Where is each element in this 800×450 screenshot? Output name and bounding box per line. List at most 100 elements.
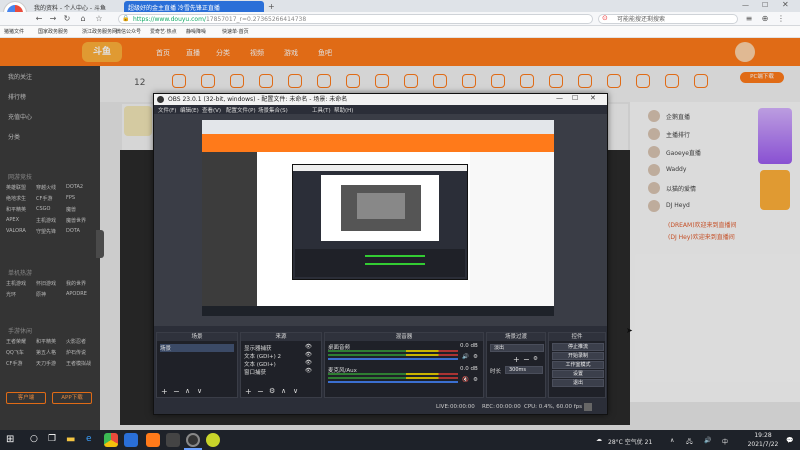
search-taskbar-icon[interactable]: ○	[30, 434, 38, 444]
app-taskbar-icon[interactable]	[206, 433, 220, 447]
remove-transition-icon[interactable]: −	[523, 355, 530, 364]
sidebar-game-item[interactable]: 原神	[36, 291, 46, 298]
back-icon[interactable]: ←	[34, 14, 44, 24]
file-explorer-icon[interactable]: ▬	[66, 434, 75, 445]
sidebar-game-item[interactable]: CSGO	[36, 206, 50, 212]
scene-item[interactable]: 场景	[160, 344, 234, 352]
visibility-eye-icon[interactable]: 👁	[305, 368, 312, 374]
visibility-eye-icon[interactable]: 👁	[305, 344, 312, 350]
visibility-eye-icon[interactable]: 👁	[305, 352, 312, 358]
clock-date[interactable]: 2021/7/22	[743, 441, 783, 448]
extension-icon[interactable]: ⊕	[760, 14, 770, 24]
mixer-gear-icon[interactable]: ⚙	[473, 377, 478, 383]
obs-minimize-icon[interactable]: —	[556, 94, 563, 102]
duration-input[interactable]: 300ms	[505, 366, 543, 374]
sidebar-game-item[interactable]: 第五人格	[36, 349, 56, 356]
sidebar-game-item[interactable]: 绝地求生	[6, 195, 26, 202]
category-icon[interactable]	[491, 74, 505, 88]
category-icon[interactable]	[462, 74, 476, 88]
start-icon[interactable]: ⊞	[6, 434, 14, 445]
volume-slider[interactable]	[328, 358, 458, 360]
obs-close-icon[interactable]: ✕	[590, 94, 596, 102]
tab-profile[interactable]: 我的资料 - 个人中心 - 斗鱼	[30, 1, 120, 12]
source-item[interactable]: 文本 (GDI+) 2	[244, 352, 281, 360]
sidebar-game-item[interactable]: 炉石传说	[66, 349, 86, 356]
search-input[interactable]: 可能能搜还剩搜索	[598, 14, 738, 24]
right-avatar[interactable]	[648, 110, 660, 122]
source-item[interactable]: 显示器捕获	[244, 344, 272, 352]
start-recording-button[interactable]: 开始录制	[552, 352, 604, 360]
source-item[interactable]: 窗口捕获	[244, 368, 266, 376]
category-icon[interactable]	[549, 74, 563, 88]
add-scene-icon[interactable]: +	[161, 387, 168, 396]
sidebar-game-item[interactable]: 怀旧游戏	[36, 280, 56, 287]
right-item-label[interactable]: Gaoeye直播	[666, 148, 701, 157]
weather-text[interactable]: 28°C 空气优 21	[608, 437, 652, 446]
sidebar-game-item[interactable]: DOTA	[66, 228, 80, 234]
sidebar-game-item[interactable]: 我的世界	[66, 280, 86, 287]
edge-icon[interactable]: e	[86, 434, 92, 444]
sidebar-collapse-handle[interactable]	[96, 230, 104, 258]
right-item-label[interactable]: Waddy	[666, 166, 686, 173]
sidebar-game-item[interactable]: 魔兽	[66, 206, 76, 213]
bookmark-item[interactable]: 猪猪文件	[4, 28, 24, 35]
right-link[interactable]: (DREAM)欢迎来到直播间	[668, 220, 737, 229]
nav-fishbar[interactable]: 鱼吧	[318, 48, 332, 58]
site-logo[interactable]: 斗鱼	[82, 42, 122, 62]
muted-speaker-icon[interactable]: 🔇	[462, 377, 469, 383]
sidebar-game-item[interactable]: CF手游	[6, 360, 22, 367]
clock-time[interactable]: 19:28	[748, 432, 778, 439]
right-avatar[interactable]	[648, 200, 660, 212]
bookmark-item[interactable]: 国家政务服务	[38, 28, 68, 35]
move-up-icon[interactable]: ∧	[185, 387, 190, 395]
settings-button[interactable]: 设置	[552, 370, 604, 378]
transition-gear-icon[interactable]: ⚙	[533, 356, 538, 362]
new-tab-icon[interactable]: +	[268, 2, 275, 11]
sidebar-game-item[interactable]: 火影忍者	[66, 338, 86, 345]
remove-scene-icon[interactable]: −	[173, 387, 180, 396]
volume-slider[interactable]	[328, 381, 458, 383]
move-up-icon[interactable]: ∧	[281, 387, 286, 395]
category-icon[interactable]	[636, 74, 650, 88]
ime-indicator[interactable]: 中	[722, 437, 728, 446]
sidebar-item-rank[interactable]: 排行榜	[8, 92, 26, 101]
category-icon[interactable]	[259, 74, 273, 88]
sidebar-game-item[interactable]: 天刀手游	[36, 360, 56, 367]
sidebar-game-item[interactable]: QQ飞车	[6, 349, 24, 356]
category-icon[interactable]	[172, 74, 186, 88]
client-download-button[interactable]: 客户端	[6, 392, 46, 404]
right-item-label[interactable]: 企鹅直播	[666, 112, 690, 121]
menu-icon[interactable]: ≡	[744, 14, 754, 24]
category-icon[interactable]	[665, 74, 679, 88]
search-engine-icon[interactable]: ⊙	[602, 14, 608, 22]
bookmark-item[interactable]: 爱奇艺·热点	[150, 28, 177, 35]
bookmark-item[interactable]: 快速单·首页	[222, 28, 249, 35]
source-settings-icon[interactable]: ⚙	[269, 387, 275, 395]
stop-streaming-button[interactable]: 停止推流	[552, 343, 604, 351]
forward-icon[interactable]: →	[48, 14, 58, 24]
home-icon[interactable]: ⌂	[78, 14, 88, 24]
sidebar-item-recharge[interactable]: 充值中心	[8, 112, 32, 121]
move-down-icon[interactable]: ∨	[293, 387, 298, 395]
sidebar-game-item[interactable]: VALORA	[6, 228, 26, 234]
maximize-icon[interactable]: ☐	[762, 1, 768, 9]
sidebar-game-item[interactable]: 主机游戏	[6, 280, 26, 287]
right-avatar[interactable]	[648, 146, 660, 158]
url-input[interactable]: https://www.douyu.com/17857017_r=0.27365…	[118, 14, 593, 24]
menu-help[interactable]: 帮助(H)	[334, 106, 353, 114]
sidebar-game-item[interactable]: APODRE	[66, 291, 87, 297]
avatar[interactable]	[735, 42, 755, 62]
transition-select[interactable]: 淡出	[490, 344, 544, 352]
close-icon[interactable]: ✕	[782, 0, 789, 9]
category-icon[interactable]	[346, 74, 360, 88]
menu-file[interactable]: 文件(F)	[158, 106, 176, 114]
notification-icon[interactable]: 💬	[786, 437, 793, 444]
sidebar-game-item[interactable]: 王者模拟战	[66, 360, 91, 367]
nav-video[interactable]: 视频	[250, 48, 264, 58]
right-item-label[interactable]: 主播排行	[666, 130, 690, 139]
sidebar-game-item[interactable]: 魔兽世界	[66, 217, 86, 224]
bookmark-item[interactable]: 浙江政务服务网	[82, 28, 117, 35]
sidebar-game-item[interactable]: 主机游戏	[36, 217, 56, 224]
bookmark-item[interactable]: 静噪降噪	[186, 28, 206, 35]
sidebar-game-item[interactable]: APEX	[6, 217, 19, 223]
